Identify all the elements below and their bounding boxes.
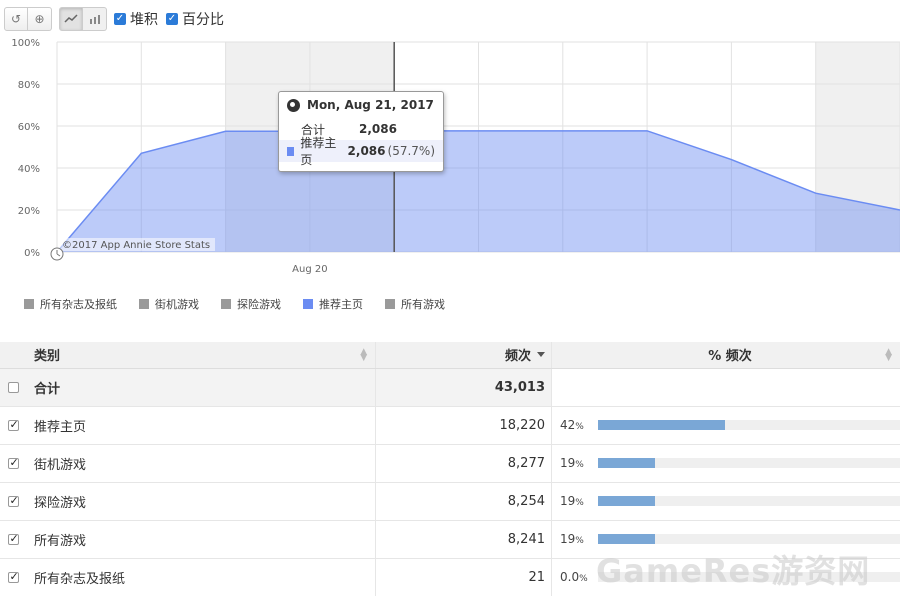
row-freq: 21 <box>375 558 552 596</box>
percent-checkbox[interactable]: ✓ 百分比 <box>166 9 224 29</box>
sort-icon: ▲ ▼ <box>360 347 368 363</box>
pct-bar-fill <box>598 420 725 430</box>
undo-icon[interactable]: ↺ <box>4 7 28 31</box>
row-checkbox[interactable] <box>8 494 20 507</box>
row-pct: 0.0% <box>560 570 588 584</box>
legend-label: 所有杂志及报纸 <box>40 298 117 311</box>
header-freq[interactable]: 频次 <box>375 342 552 369</box>
legend-item[interactable]: 推荐主页 <box>303 296 363 312</box>
sort-desc-icon <box>537 352 545 357</box>
row-checkbox[interactable] <box>8 418 20 431</box>
tooltip-series-row: 推荐主页 2,086 (57.7%) <box>279 136 443 167</box>
table-total-row: 合计 43,013 <box>0 368 900 407</box>
pct-bar-fill <box>598 534 656 544</box>
legend-swatch <box>24 299 34 309</box>
checkbox-checked-icon[interactable]: ✓ <box>114 13 126 25</box>
row-pct: 19% <box>560 532 584 546</box>
pct-bar <box>598 534 900 544</box>
y-tick-label: 40% <box>18 164 40 175</box>
header-pct[interactable]: % 频次 ▲ ▼ <box>551 342 900 369</box>
stacked-checkbox[interactable]: ✓ 堆积 <box>114 9 158 29</box>
header-pct-label: % 频次 <box>708 349 752 365</box>
row-checkbox[interactable] <box>8 456 20 469</box>
legend-item[interactable]: 街机游戏 <box>139 296 199 312</box>
checkbox-checked-icon[interactable]: ✓ <box>166 13 178 25</box>
y-tick-label: 100% <box>11 38 40 49</box>
series-swatch <box>287 146 295 156</box>
total-freq: 43,013 <box>375 368 552 407</box>
chart-area-layer <box>56 130 900 253</box>
legend-swatch <box>385 299 395 309</box>
percent-label: 百分比 <box>182 12 224 28</box>
area-chart[interactable]: 0% 20% 40% 60% 80% 100% Aug 20 ©2017 App Anni… <box>0 36 900 280</box>
pct-bar <box>598 458 900 468</box>
tooltip-series-label: 推荐主页 <box>300 136 337 167</box>
row-label: 推荐主页 <box>27 406 377 445</box>
globe-icon <box>287 98 300 112</box>
table-row[interactable]: 推荐主页18,220 42% <box>0 406 900 445</box>
y-tick-label: 80% <box>18 80 40 91</box>
chart-legend: 所有杂志及报纸 街机游戏 探险游戏 推荐主页 所有游戏 <box>24 296 467 312</box>
row-label: 所有杂志及报纸 <box>27 558 377 596</box>
legend-swatch <box>139 299 149 309</box>
y-axis-labels: 0% 20% 40% 60% 80% 100% <box>11 38 40 259</box>
header-checkbox-cell <box>0 342 28 369</box>
table-row[interactable]: 街机游戏8,277 19% <box>0 444 900 483</box>
bar-chart-icon[interactable] <box>83 7 107 31</box>
chart-credit: ©2017 App Annie Store Stats <box>62 240 210 251</box>
table-header-row: 类别 ▲ ▼ 频次 % 频次 ▲ ▼ <box>0 342 900 369</box>
y-tick-label: 20% <box>18 206 40 217</box>
chart-toolbar: ↺ ⊕ ✓ 堆积 ✓ 百分比 <box>4 6 232 32</box>
tooltip-series-value: 2,086 <box>347 144 386 158</box>
row-freq: 8,254 <box>375 482 552 521</box>
zoom-in-icon[interactable]: ⊕ <box>28 7 52 31</box>
y-tick-label: 60% <box>18 122 40 133</box>
row-pct: 42% <box>560 418 584 432</box>
row-pct: 19% <box>560 494 584 508</box>
legend-item[interactable]: 所有杂志及报纸 <box>24 296 117 312</box>
row-checkbox[interactable] <box>8 570 20 583</box>
x-tick-label: Aug 20 <box>292 264 327 275</box>
pct-bar <box>598 420 900 430</box>
row-checkbox[interactable] <box>8 381 20 393</box>
header-category-label: 类别 <box>33 349 60 365</box>
legend-swatch <box>303 299 313 309</box>
series-area <box>57 130 900 252</box>
legend-label: 推荐主页 <box>319 298 363 311</box>
row-freq: 18,220 <box>375 406 552 445</box>
line-chart-icon[interactable] <box>59 7 83 31</box>
y-tick-label: 0% <box>24 248 40 259</box>
tooltip-series-pct: (57.7%) <box>387 144 435 158</box>
row-pct: 19% <box>560 456 584 470</box>
tooltip-date: Mon, Aug 21, 2017 <box>307 98 434 112</box>
legend-label: 所有游戏 <box>401 298 445 311</box>
total-label: 合计 <box>27 368 377 407</box>
row-label: 街机游戏 <box>27 444 377 483</box>
header-freq-label: 频次 <box>504 349 531 365</box>
legend-swatch <box>221 299 231 309</box>
row-freq: 8,241 <box>375 520 552 559</box>
legend-item[interactable]: 探险游戏 <box>221 296 281 312</box>
table-row[interactable]: 探险游戏8,254 19% <box>0 482 900 521</box>
pct-bar <box>598 496 900 506</box>
pct-bar-fill <box>598 496 656 506</box>
legend-label: 街机游戏 <box>155 298 199 311</box>
header-category[interactable]: 类别 ▲ ▼ <box>27 342 377 369</box>
legend-label: 探险游戏 <box>237 298 281 311</box>
row-label: 所有游戏 <box>27 520 377 559</box>
watermark: GameRes游资网 <box>596 552 871 590</box>
row-checkbox[interactable] <box>8 532 20 545</box>
stacked-label: 堆积 <box>130 12 158 28</box>
reset-zoom-icon[interactable] <box>50 247 64 261</box>
sort-icon: ▲ ▼ <box>885 347 892 363</box>
pct-bar-fill <box>598 458 656 468</box>
row-label: 探险游戏 <box>27 482 377 521</box>
tooltip-total-value: 2,086 <box>359 122 397 136</box>
legend-item[interactable]: 所有游戏 <box>385 296 445 312</box>
chart-tooltip: Mon, Aug 21, 2017 合计 2,086 推荐主页 2,086 (5… <box>278 91 444 172</box>
row-freq: 8,277 <box>375 444 552 483</box>
